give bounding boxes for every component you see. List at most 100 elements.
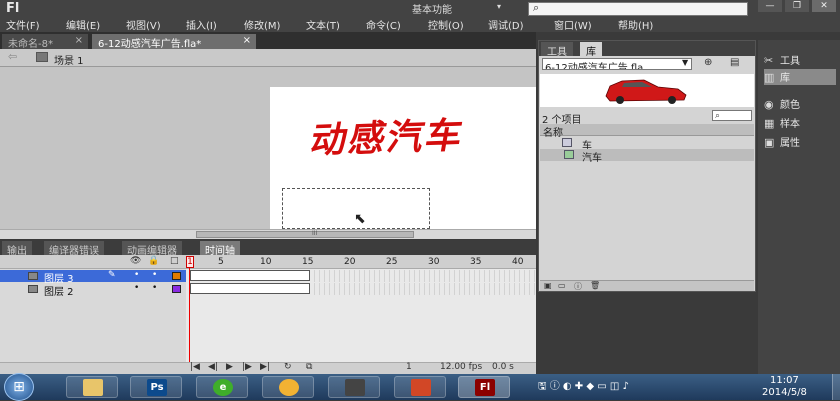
close-button[interactable]: ✕	[812, 0, 836, 12]
loop-icon[interactable]: ↻	[284, 362, 292, 372]
empty-frames-row[interactable]	[310, 270, 536, 282]
scrollbar-thumb[interactable]	[196, 231, 414, 238]
chevron-down-icon[interactable]: ▾	[497, 2, 501, 11]
tab-motion-editor[interactable]: 动画编辑器	[122, 241, 182, 257]
app-logo: Fl	[6, 1, 20, 16]
taskbar-flash[interactable]: Fl	[458, 376, 510, 398]
go-last-frame-icon[interactable]: ▶|	[260, 362, 270, 372]
empty-frames-row[interactable]	[310, 283, 536, 295]
lock-dot[interactable]: •	[152, 283, 157, 293]
go-first-frame-icon[interactable]: |◀	[190, 362, 200, 372]
fps-readout[interactable]: 12.00 fps	[440, 362, 482, 372]
taskbar-powerpoint[interactable]	[394, 376, 446, 398]
eye-icon[interactable]: 👁	[130, 256, 141, 266]
taskbar-camera[interactable]	[328, 376, 380, 398]
item-name[interactable]: 汽车	[582, 149, 602, 164]
menu-text[interactable]: 文本(T)	[306, 17, 340, 32]
frame-number: 40	[512, 257, 524, 267]
outline-icon[interactable]: □	[170, 256, 179, 266]
menu-modify[interactable]: 修改(M)	[244, 17, 280, 32]
menu-edit[interactable]: 编辑(E)	[66, 17, 100, 32]
dock-properties[interactable]: ▣ 属性	[764, 134, 836, 150]
panel-dock	[758, 40, 840, 374]
taskbar-qq[interactable]	[262, 376, 314, 398]
start-button[interactable]: ⊞	[4, 373, 34, 401]
step-back-icon[interactable]: ◀|	[208, 362, 218, 372]
dock-library[interactable]: ▥ 库	[764, 69, 836, 85]
movieclip-icon	[562, 138, 572, 147]
help-search-input[interactable]	[528, 2, 748, 16]
flash-icon: Fl	[475, 379, 495, 396]
frame-ruler[interactable]	[186, 255, 536, 269]
clock-date[interactable]: 2014/5/8	[762, 387, 807, 398]
menu-help[interactable]: 帮助(H)	[618, 17, 653, 32]
menu-insert[interactable]: 插入(I)	[186, 17, 217, 32]
new-symbol-icon[interactable]: ▣	[544, 281, 552, 290]
dock-swatches[interactable]: ▦ 样本	[764, 115, 836, 131]
close-icon[interactable]: ×	[75, 35, 83, 46]
taskbar-explorer[interactable]	[66, 376, 118, 398]
system-tray[interactable]: 🖫 ⓘ ◐ ✚ ◆ ▭ ◫ ♪	[538, 377, 629, 396]
library-search-input[interactable]: ⌕	[712, 110, 752, 121]
tab-timeline[interactable]: 时间轴	[200, 241, 240, 257]
pin-icon[interactable]: ⊕	[704, 57, 712, 68]
frame-span-layer-3[interactable]	[190, 270, 310, 281]
list-item[interactable]: 车	[540, 137, 754, 152]
visibility-dot[interactable]: •	[134, 283, 139, 293]
workspace-switcher[interactable]: 基本功能	[412, 1, 452, 16]
taskbar-photoshop[interactable]: Ps	[130, 376, 182, 398]
column-header-name[interactable]: 名称	[540, 124, 754, 139]
layer-row-2[interactable]: 图层 2 • •	[0, 283, 186, 298]
time-readout: 0.0 s	[492, 362, 514, 372]
playhead-line	[189, 268, 190, 363]
frame-span-layer-2[interactable]	[190, 283, 310, 294]
taskbar-browser[interactable]: e	[196, 376, 248, 398]
minimize-button[interactable]: —	[758, 0, 782, 12]
back-arrow-icon[interactable]: ⇦	[8, 50, 17, 63]
dock-color[interactable]: ◉ 颜色	[764, 96, 836, 112]
tab-output[interactable]: 输出	[2, 241, 32, 257]
layer-color-swatch[interactable]	[172, 272, 181, 280]
new-library-icon[interactable]: ▤	[730, 57, 739, 68]
list-item[interactable]: 汽车	[540, 149, 754, 164]
menu-debug[interactable]: 调试(D)	[488, 17, 524, 32]
visibility-dot[interactable]: •	[134, 270, 139, 280]
properties-icon[interactable]: ⓘ	[574, 281, 582, 292]
tab-library[interactable]: 库	[580, 42, 602, 58]
menu-window[interactable]: 窗口(W)	[554, 17, 592, 32]
color-icon: ◉	[764, 98, 774, 111]
lock-dot[interactable]: •	[152, 270, 157, 280]
layer-color-swatch[interactable]	[172, 285, 181, 293]
step-forward-icon[interactable]: |▶	[242, 362, 252, 372]
current-frame-readout[interactable]: 1	[406, 362, 412, 372]
playhead-marker[interactable]: 1	[186, 256, 194, 268]
new-folder-icon[interactable]: ▭	[558, 281, 566, 290]
clock-time[interactable]: 11:07	[770, 375, 799, 386]
tab-car-ad-fla[interactable]: 6-12动感汽车广告.fla* ×	[92, 34, 256, 50]
menu-control[interactable]: 控制(O)	[428, 17, 464, 32]
onion-skin-icon[interactable]: ⧉	[306, 362, 312, 372]
menu-commands[interactable]: 命令(C)	[366, 17, 401, 32]
browser-icon: e	[213, 379, 233, 396]
lock-icon[interactable]: 🔒	[148, 256, 159, 266]
dock-tools[interactable]: ✂ 工具	[764, 52, 836, 68]
swatches-icon: ▦	[764, 117, 775, 130]
restore-button[interactable]: ❐	[785, 0, 809, 12]
menu-view[interactable]: 视图(V)	[126, 17, 161, 32]
layer-row-3[interactable]: 图层 3 ✎ • •	[0, 270, 186, 285]
layer-name[interactable]: 图层 2	[44, 283, 74, 298]
tab-untitled-8[interactable]: 未命名-8* ×	[2, 34, 88, 50]
play-icon[interactable]: ▶	[226, 362, 233, 372]
car-icon	[605, 79, 687, 104]
camera-icon	[345, 379, 365, 396]
close-icon[interactable]: ×	[243, 35, 251, 46]
scene-icon	[36, 52, 48, 62]
delete-icon[interactable]: 🗑	[590, 281, 600, 290]
library-document-select[interactable]: 6-12动感汽车广告.fla	[542, 58, 692, 70]
ad-title-text[interactable]: 动感汽车	[307, 106, 469, 163]
show-desktop-button[interactable]	[832, 374, 840, 400]
tab-tools[interactable]: 工具	[541, 42, 573, 58]
chevron-down-icon[interactable]: ▼	[682, 58, 688, 67]
tab-compiler-errors[interactable]: 编译器错误	[44, 241, 104, 257]
menu-file[interactable]: 文件(F)	[6, 17, 40, 32]
